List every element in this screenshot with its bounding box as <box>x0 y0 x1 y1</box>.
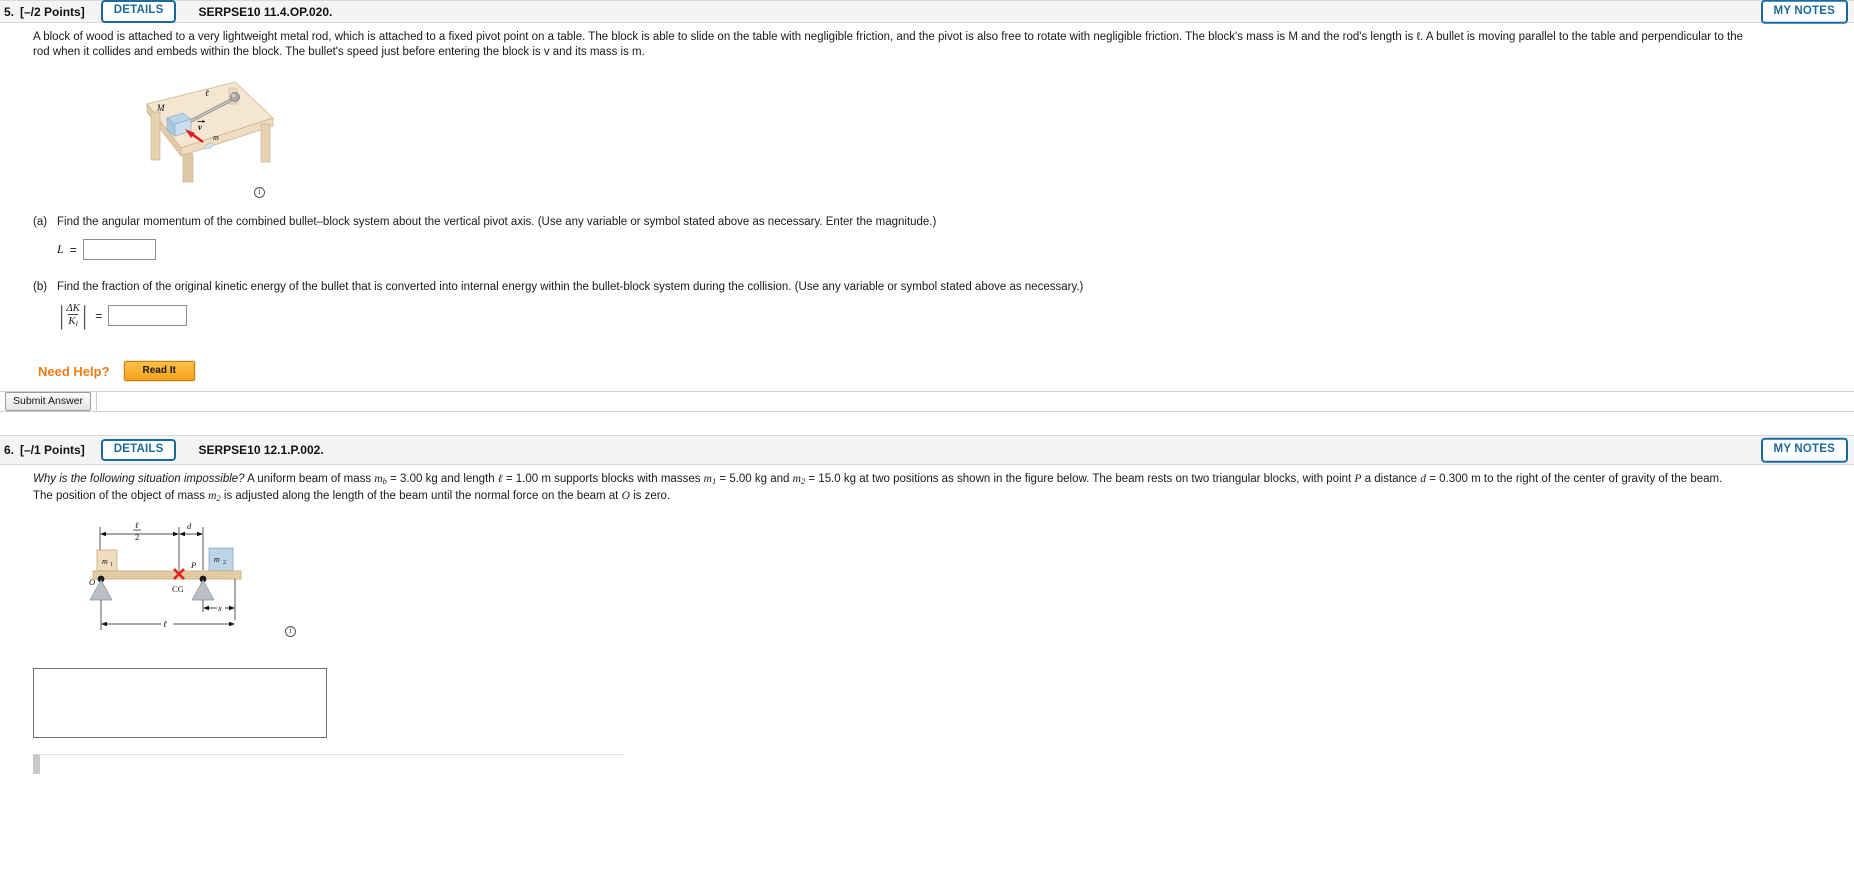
beam-balance-figure: ℓ 2 d m 1 m 2 CG P O x ℓ <box>89 520 242 631</box>
question-6-header: 6. [–/1 Points] DETAILS SERPSE10 12.1.P.… <box>0 435 1854 466</box>
part-a-answer-row: L = <box>0 239 1854 260</box>
question-6-stem-rest: A uniform beam of mass mb = 3.00 kg and … <box>244 473 1723 487</box>
svg-text:P: P <box>190 560 196 570</box>
question-5-part-b: (b) Find the fraction of the original ki… <box>0 280 1854 295</box>
question-5-stem: A block of wood is attached to a very li… <box>0 30 1835 60</box>
svg-text:x: x <box>217 603 222 613</box>
delta-k-over-ki-fraction: ΔK Ki <box>66 302 80 329</box>
question-5-points: [–/2 Points] <box>20 4 85 19</box>
question-5-body: A block of wood is attached to a very li… <box>0 23 1854 413</box>
svg-text:M: M <box>156 103 165 113</box>
part-a-letter: (a) <box>33 216 48 228</box>
part-b-answer-input[interactable] <box>108 305 188 327</box>
block-rod-table-figure: M ℓ v m <box>146 81 274 183</box>
figure-block-rod-table-wrapper: M ℓ v m <box>0 60 1854 189</box>
question-6-stem-line2: The position of the object of mass m2 is… <box>33 490 671 504</box>
svg-text:ℓ: ℓ <box>163 619 167 629</box>
details-button-q5[interactable]: DETAILS <box>100 0 177 23</box>
svg-text:ℓ: ℓ <box>135 520 139 530</box>
submit-answer-button-q5[interactable]: Submit Answer <box>5 392 92 412</box>
part-a-answer-input[interactable] <box>82 239 156 260</box>
question-6-code: SERPSE10 12.1.P.002. <box>198 443 324 458</box>
part-b-letter: (b) <box>33 281 48 293</box>
question-5-number: 5. <box>4 4 15 19</box>
question-6-italic-lead: Why is the following situation impossibl… <box>33 473 245 486</box>
svg-text:m: m <box>214 555 220 564</box>
part-b-answer-row: | ΔK Ki | = <box>0 302 1854 329</box>
svg-text:CG: CG <box>172 584 184 594</box>
svg-text:1: 1 <box>110 562 113 568</box>
fraction-denominator: Ki <box>68 314 78 329</box>
question-6-number: 6. <box>4 443 15 458</box>
question-6-points: [–/1 Points] <box>20 443 85 458</box>
part-b-equals: = <box>95 308 103 323</box>
question-6-stem: Why is the following situation impossibl… <box>0 472 1835 506</box>
part-a-equals: = <box>69 242 77 257</box>
part-a-text: Find the angular momentum of the combine… <box>57 216 937 228</box>
question-5-header: 5. [–/2 Points] DETAILS SERPSE10 11.4.OP… <box>0 0 1854 24</box>
svg-text:ℓ: ℓ <box>205 88 209 98</box>
question-5-block: 5. [–/2 Points] DETAILS SERPSE10 11.4.OP… <box>0 0 1854 413</box>
bottom-partial-text <box>40 755 625 771</box>
submit-strip-q5: Submit Answer <box>0 391 1854 413</box>
bottom-partial-panel <box>33 754 625 775</box>
part-b-fraction-label: | ΔK Ki | <box>59 300 88 330</box>
read-it-button[interactable]: Read It <box>122 360 196 383</box>
fraction-numerator: ΔK <box>66 302 81 314</box>
details-button-q6[interactable]: DETAILS <box>100 438 177 462</box>
info-icon-figure-q6[interactable]: i <box>285 625 296 637</box>
svg-text:O: O <box>89 577 95 587</box>
need-help-row-q5: Need Help? Read It <box>0 360 1854 383</box>
part-b-text: Find the fraction of the original kineti… <box>57 281 1084 293</box>
svg-text:d: d <box>187 521 192 531</box>
svg-text:2: 2 <box>135 532 139 542</box>
part-a-answer-label: L <box>57 242 64 256</box>
question-5-code: SERPSE10 11.4.OP.020. <box>198 4 333 19</box>
question-5-stem-line2: rod when it collides and embeds within t… <box>33 46 645 58</box>
info-icon-figure-q5[interactable]: i <box>254 186 265 198</box>
question-5-stem-line1: A block of wood is attached to a very li… <box>33 31 1744 43</box>
essay-answer-textarea[interactable] <box>33 668 327 739</box>
my-notes-button-q5[interactable]: MY NOTES <box>1760 0 1848 24</box>
question-6-block: 6. [–/1 Points] DETAILS SERPSE10 12.1.P.… <box>0 435 1854 775</box>
svg-text:m: m <box>102 557 108 566</box>
svg-text:m: m <box>213 133 219 142</box>
question-5-part-a: (a) Find the angular momentum of the com… <box>0 215 1854 230</box>
submit-strip-filler <box>97 392 1854 411</box>
svg-text:2: 2 <box>223 560 226 566</box>
question-6-body: Why is the following situation impossibl… <box>0 465 1854 775</box>
submit-cell: Submit Answer <box>0 392 98 412</box>
need-help-label: Need Help? <box>38 363 110 379</box>
question-6-stem-line1: Why is the following situation impossibl… <box>33 472 1819 489</box>
my-notes-button-q6[interactable]: MY NOTES <box>1760 437 1848 463</box>
